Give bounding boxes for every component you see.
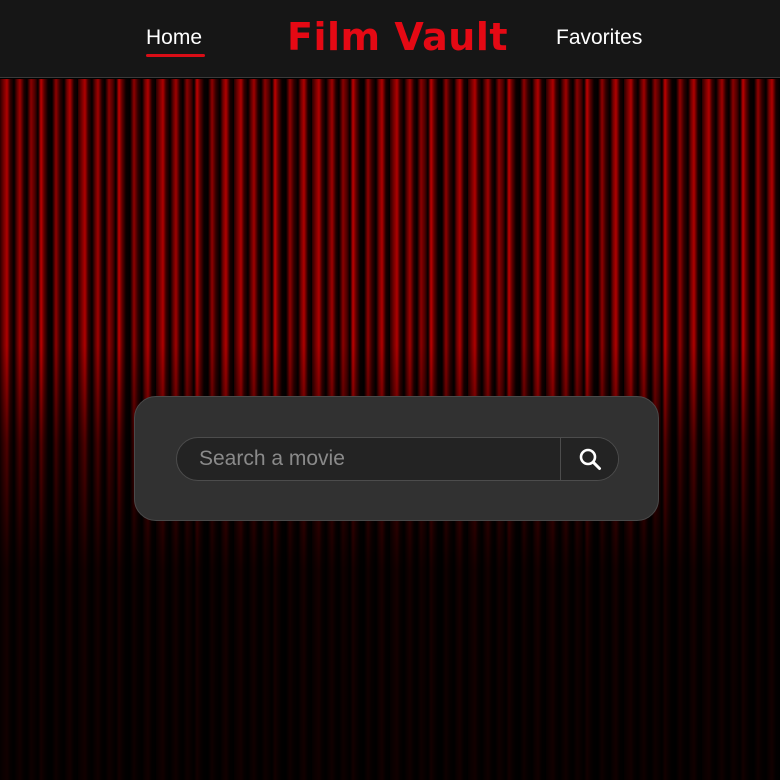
- brand-logo: Film Vault: [287, 15, 509, 59]
- navbar: Home Film Vault Favorites: [0, 0, 780, 78]
- search-card: [134, 396, 659, 521]
- search-button[interactable]: [560, 438, 618, 480]
- page: Home Film Vault Favorites: [0, 0, 780, 780]
- search-input[interactable]: [177, 438, 560, 480]
- active-nav-indicator: [146, 54, 205, 57]
- search-bar: [176, 437, 619, 481]
- nav-link-favorites[interactable]: Favorites: [556, 26, 642, 50]
- search-icon: [578, 447, 602, 471]
- nav-link-home[interactable]: Home: [146, 26, 202, 50]
